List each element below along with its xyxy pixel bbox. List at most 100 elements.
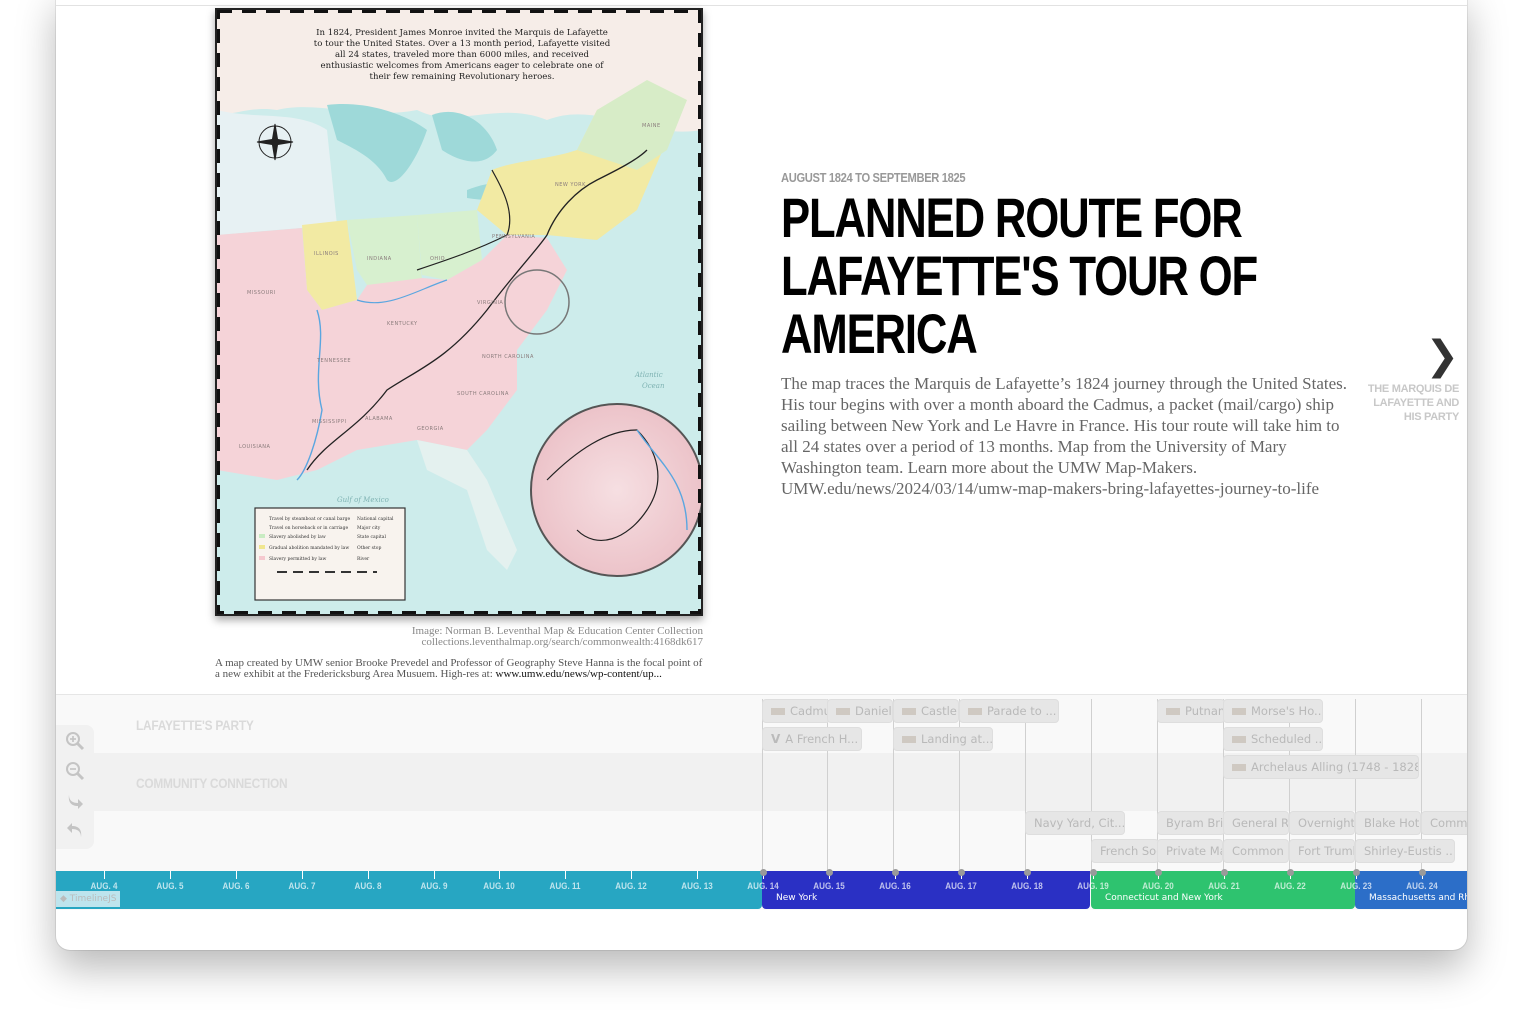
timeline-marker[interactable]: Navy Yard, Cit... — [1025, 811, 1125, 835]
marker-label: Blake Hote — [1364, 816, 1421, 830]
marker-label: General Re — [1232, 816, 1289, 830]
axis-tick — [301, 871, 303, 879]
marker-dot — [891, 869, 899, 876]
axis-tick-label: AUG. 14 — [747, 881, 779, 892]
slide-media: Travel by steamboat or canal barge Trave… — [215, 8, 703, 680]
slide: Travel by steamboat or canal barge Trave… — [56, 6, 1467, 694]
marker-label: Commo — [1430, 816, 1467, 830]
svg-text:KENTUCKY: KENTUCKY — [387, 321, 418, 327]
svg-text:ILLINOIS: ILLINOIS — [314, 251, 339, 257]
image-thumbnail-icon — [968, 708, 982, 715]
timeline-marker[interactable]: Parade to ... — [959, 699, 1059, 723]
next-slide-label: THE MARQUIS DE LAFAYETTE AND HIS PARTY — [1367, 383, 1459, 423]
axis-tick-label: AUG. 5 — [156, 881, 184, 892]
timeline-marker[interactable]: V A French H... — [762, 727, 862, 751]
axis-tick-label: AUG. 19 — [1076, 881, 1109, 892]
svg-text:National capital: National capital — [357, 516, 394, 522]
timeline-marker[interactable]: Morse's Ho... — [1223, 699, 1323, 723]
redo-icon[interactable] — [65, 791, 85, 811]
svg-text:Slavery permitted by law: Slavery permitted by law — [269, 556, 327, 562]
axis-tick — [169, 871, 171, 879]
svg-text:MISSISSIPPI: MISSISSIPPI — [312, 419, 346, 425]
route-map-image[interactable]: Travel by steamboat or canal barge Trave… — [215, 8, 703, 616]
marker-dot — [1023, 869, 1031, 876]
svg-text:VIRGINIA: VIRGINIA — [477, 300, 503, 306]
axis-tick — [104, 871, 105, 879]
axis-tick — [235, 871, 237, 879]
marker-label: Cadmus — [790, 704, 829, 718]
marker-label: Parade to ... — [987, 704, 1057, 718]
timeline-marker[interactable]: General Re — [1223, 811, 1289, 835]
image-thumbnail-icon — [1232, 736, 1246, 743]
svg-text:Travel on horseback or in carr: Travel on horseback or in carriage — [269, 525, 348, 531]
svg-text:Gradual abolition mandated by: Gradual abolition mandated by law — [269, 545, 349, 551]
svg-text:PENNSYLVANIA: PENNSYLVANIA — [492, 234, 535, 240]
axis-tick — [697, 871, 699, 879]
slide-headline: PLANNED ROUTE FOR LAFAYETTE'S TOUR OF AM… — [781, 186, 1258, 365]
timeline-navigator[interactable]: LAFAYETTE'S PARTY COMMUNITY CONNECTION C… — [56, 694, 1467, 910]
timeline-marker[interactable]: Archelaus Alling (1748 - 1828), ... — [1223, 755, 1419, 779]
timeline-marker[interactable]: Blake Hote — [1355, 811, 1421, 835]
axis-tick — [631, 871, 633, 879]
time-axis: New York Connecticut and New York Massachu… — [56, 869, 1467, 911]
timeline-marker[interactable]: Cadmus — [762, 699, 830, 723]
axis-tick-label: AUG. 22 — [1274, 881, 1306, 892]
caption-link[interactable]: www.umw.edu/news/wp-content/up... — [496, 668, 662, 680]
svg-text:Gulf of Mexico: Gulf of Mexico — [337, 496, 389, 504]
timeline-marker[interactable]: Private Ma — [1157, 839, 1223, 863]
axis-tick-label: AUG. 6 — [222, 881, 250, 892]
marker-label: Daniel T — [855, 704, 892, 718]
marker-label: Overnight — [1298, 816, 1355, 830]
timeline-marker[interactable]: Commo — [1421, 811, 1467, 835]
undo-icon[interactable] — [65, 819, 85, 839]
axis-tick — [499, 871, 501, 879]
image-thumbnail-icon — [836, 708, 850, 715]
marker-label: Putnam — [1185, 704, 1225, 718]
svg-text:MISSOURI: MISSOURI — [247, 290, 276, 296]
axis-tick-label: AUG. 8 — [354, 881, 382, 892]
axis-tick-label: AUG. 7 — [288, 881, 316, 892]
timeline-marker[interactable]: Scheduled ... — [1223, 727, 1323, 751]
axis-tick-label: AUG. 21 — [1208, 881, 1241, 892]
zoom-out-icon[interactable] — [65, 761, 85, 781]
timeline-marker[interactable]: Overnight — [1289, 811, 1355, 835]
svg-text:OHIO: OHIO — [430, 256, 445, 262]
marker-label: Archelaus Alling (1748 - 1828), ... — [1251, 760, 1418, 774]
timeline-marker[interactable]: Daniel T — [827, 699, 893, 723]
axis-tick-label: AUG. 17 — [944, 881, 977, 892]
timeline-marker[interactable]: French Soc — [1091, 839, 1159, 863]
credit-line-2: collections.leventhalmap.org/search/comm… — [421, 636, 703, 648]
chevron-right-icon: ❯ — [1425, 333, 1459, 379]
image-thumbnail-icon — [902, 736, 916, 743]
timeline-marker[interactable]: Castle — [893, 699, 959, 723]
svg-text:Slavery abolished by law: Slavery abolished by law — [269, 534, 326, 540]
zoom-in-icon[interactable] — [65, 731, 85, 751]
axis-tick — [367, 871, 369, 879]
image-thumbnail-icon — [1232, 764, 1246, 771]
marker-label: A French H... — [785, 732, 859, 746]
group-label: COMMUNITY CONNECTION — [136, 775, 288, 791]
timeline-marker[interactable]: Putnam — [1157, 699, 1225, 723]
timeline-marker[interactable]: Common — [1223, 839, 1289, 863]
timeline-marker[interactable]: Landing at... — [893, 727, 993, 751]
svg-text:NEW YORK: NEW YORK — [555, 182, 586, 188]
marker-line — [762, 699, 763, 871]
svg-text:Atlantic: Atlantic — [634, 371, 663, 379]
next-slide-button[interactable]: ❯ THE MARQUIS DE LAFAYETTE AND HIS PARTY — [1359, 336, 1459, 424]
svg-text:TENNESSEE: TENNESSEE — [316, 358, 351, 364]
timeline-marker[interactable]: Fort Trumb — [1289, 839, 1355, 863]
timeline-marker[interactable]: Shirley-Eustis ... — [1355, 839, 1455, 863]
era-label: New York — [776, 893, 818, 903]
svg-text:River: River — [357, 556, 370, 562]
group-label: LAFAYETTE'S PARTY — [136, 717, 254, 733]
timelinejs-attribution[interactable]: ◆ TimelineJS — [56, 891, 121, 907]
axis-tick-label: AUG. 13 — [681, 881, 713, 892]
axis-tick-label: AUG. 24 — [1406, 881, 1438, 892]
axis-tick-label: AUG. 10 — [483, 881, 516, 892]
timeline-marker[interactable]: Byram Brid — [1157, 811, 1225, 835]
svg-text:State capital: State capital — [357, 534, 386, 540]
marker-label: French Soc — [1100, 844, 1159, 858]
axis-tick-label: AUG. 18 — [1010, 881, 1043, 892]
timeline-window: Travel by steamboat or canal barge Trave… — [56, 0, 1467, 950]
image-thumbnail-icon — [771, 708, 785, 715]
